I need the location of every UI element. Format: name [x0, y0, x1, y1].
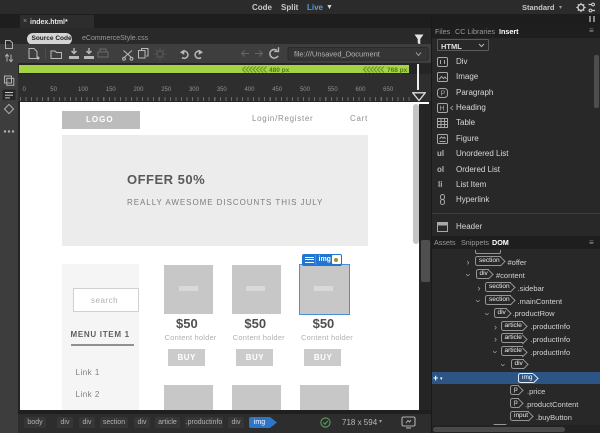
svg-text:P: P [441, 91, 446, 98]
svg-text:480 px: 480 px [269, 66, 290, 73]
svg-text:file:///Unsaved_Document: file:///Unsaved_Document [294, 50, 381, 59]
svg-text:H: H [440, 106, 445, 113]
svg-text:768 px: 768 px [387, 66, 408, 73]
